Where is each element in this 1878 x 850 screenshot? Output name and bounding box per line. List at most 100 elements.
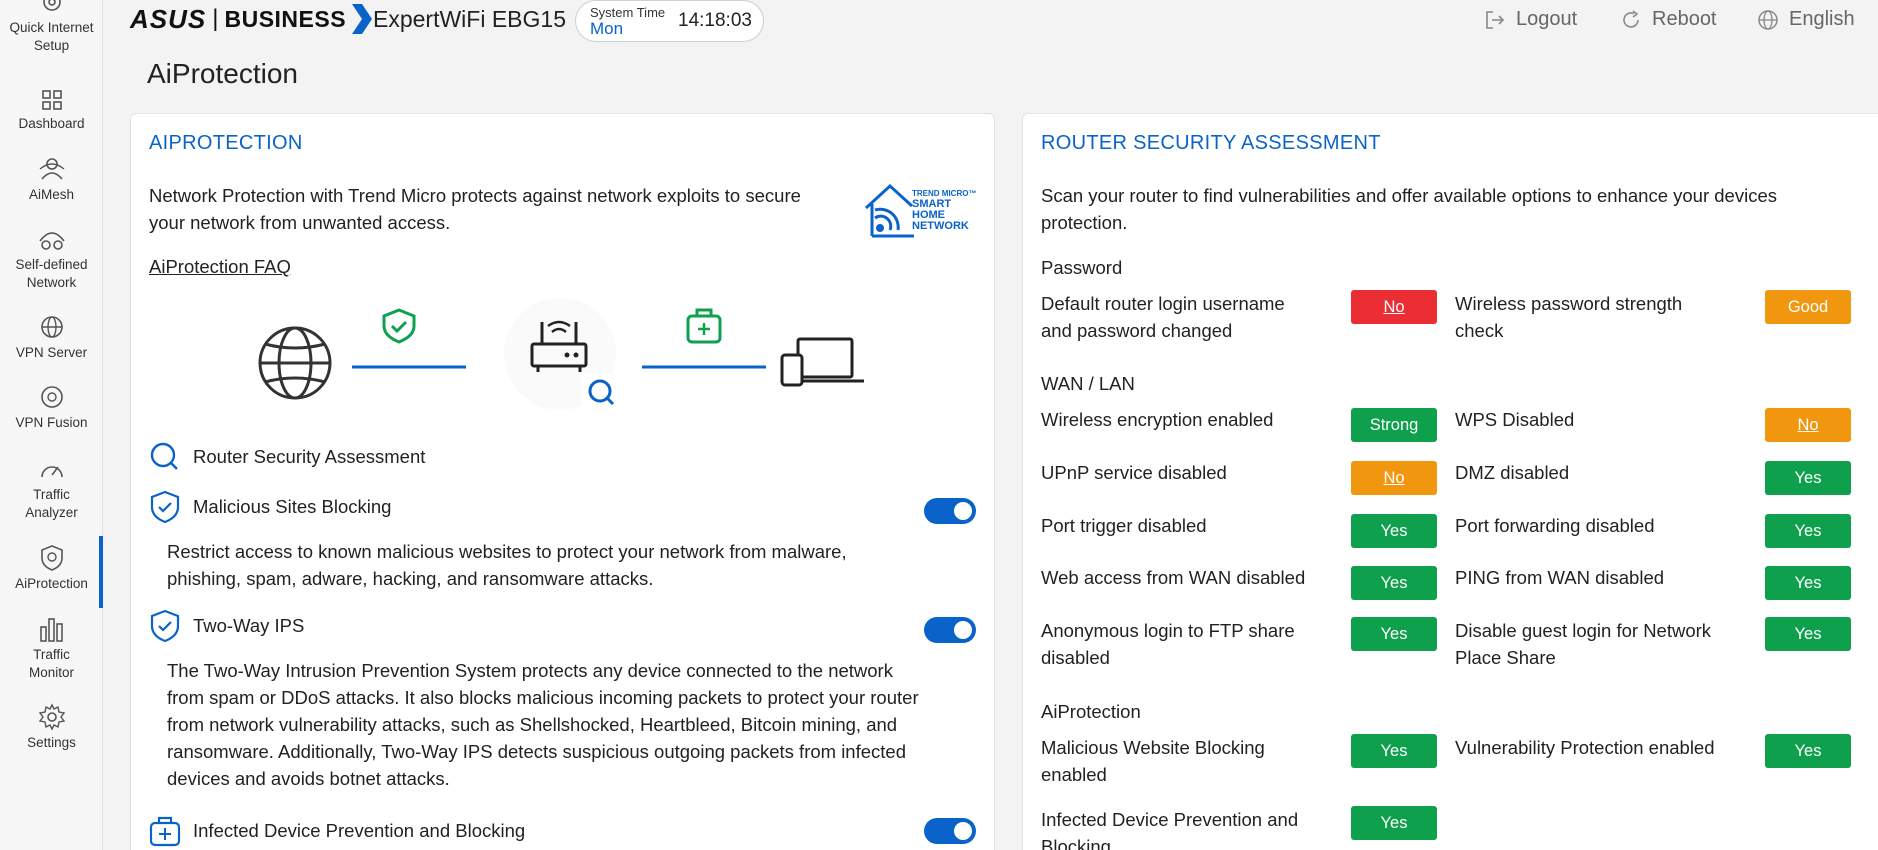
logout-label: Logout <box>1516 8 1578 30</box>
devices-icon <box>780 337 864 387</box>
sidebar-label: VPN Fusion <box>15 415 88 430</box>
assessment-card-title: ROUTER SECURITY ASSESSMENT <box>1041 132 1381 154</box>
top-header: ASUS | BUSINESS ExpertWiFi EBG15 System … <box>103 0 1878 46</box>
desc-line: ransomware. Additionally, Two-Way IPS de… <box>167 741 906 762</box>
desc-line: protection. <box>1041 212 1128 233</box>
status-badge-vulnerability-protection: Yes <box>1765 734 1851 768</box>
row-label-line: and password changed <box>1041 320 1233 341</box>
medical-bag-icon <box>686 308 722 344</box>
status-badge-default-login[interactable]: No <box>1351 290 1437 324</box>
system-day: Mon <box>590 19 624 38</box>
row-label-line: Wireless password strength <box>1455 293 1683 314</box>
model-name: ExpertWiFi EBG15 <box>373 6 566 32</box>
status-badge-wifi-strength: Good <box>1765 290 1851 324</box>
sidebar-item-self-defined-network[interactable]: Self-defined Network <box>0 227 103 292</box>
aiprotection-card-title: AIPROTECTION <box>149 132 303 154</box>
status-badge-ftp-anonymous: Yes <box>1351 617 1437 651</box>
feature-two-way-ips: Two-Way IPS <box>149 609 304 643</box>
sidebar-item-vpn-fusion[interactable]: VPN Fusion <box>0 385 103 432</box>
sidebar-label: Settings <box>27 735 76 750</box>
row-label-line: Anonymous login to FTP share <box>1041 620 1295 641</box>
aiprotection-faq-link[interactable]: AiProtection FAQ <box>149 256 291 278</box>
language-selector[interactable]: English <box>1757 8 1855 31</box>
brand-division: BUSINESS <box>224 5 347 32</box>
logout-button[interactable]: Logout <box>1484 8 1577 31</box>
malicious-sites-toggle[interactable] <box>924 498 976 524</box>
row-label-line: Default router login username <box>1041 293 1285 314</box>
row-upnp: UPnP service disabled <box>1041 462 1227 483</box>
feature-label: Two-Way IPS <box>193 615 305 636</box>
row-label-line: Disable guest login for Network <box>1455 620 1712 641</box>
row-label-line: check <box>1455 320 1504 341</box>
row-web-access-wan: Web access from WAN disabled <box>1041 567 1306 588</box>
section-wan-lan: WAN / LAN <box>1041 373 1135 394</box>
internet-globe-icon <box>258 326 332 400</box>
row-wifi-encryption: Wireless encryption enabled <box>1041 409 1274 430</box>
trend-logo-line: NETWORK <box>912 220 969 232</box>
settings-icon <box>38 703 65 731</box>
sidebar-item-settings[interactable]: Settings <box>0 703 103 752</box>
desc-line: The Two-Way Intrusion Prevention System … <box>167 660 893 681</box>
desc-line: from spam or DDoS attacks. It also block… <box>167 687 919 708</box>
malicious-sites-description: Restrict access to known malicious websi… <box>167 538 987 592</box>
infected-device-toggle[interactable] <box>924 818 976 844</box>
feature-malicious-sites-blocking: Malicious Sites Blocking <box>149 490 391 524</box>
desc-line: devices and avoids botnet attacks. <box>167 768 450 789</box>
dashboard-icon <box>41 90 62 110</box>
sidebar-item-traffic-monitor[interactable]: Traffic Monitor <box>0 615 103 682</box>
row-infected-device: Infected Device Prevention and Blocking <box>1041 806 1341 850</box>
reboot-icon <box>1623 9 1639 28</box>
row-ftp-anonymous: Anonymous login to FTP share disabled <box>1041 617 1341 671</box>
section-aiprotection: AiProtection <box>1041 701 1141 722</box>
traffic-monitor-icon <box>39 618 63 642</box>
status-badge-malicious-blocking: Yes <box>1351 734 1437 768</box>
aiprotection-description: Network Protection with Trend Micro prot… <box>149 185 801 233</box>
system-time: System Time Mon 14:18:03 <box>575 0 764 42</box>
sidebar-item-vpn-server[interactable]: VPN Server <box>0 315 103 362</box>
router-security-assessment-card: ROUTER SECURITY ASSESSMENT Scan your rou… <box>1022 113 1878 850</box>
trend-micro-house-icon <box>864 183 914 238</box>
brand: ASUS <box>130 3 207 34</box>
row-label-line: disabled <box>1041 647 1110 668</box>
protection-illustration <box>258 298 864 414</box>
sidebar-label: VPN Server <box>15 345 88 360</box>
sidebar-item-dashboard[interactable]: Dashboard <box>0 88 103 133</box>
status-badge-ping-wan: Yes <box>1765 566 1851 600</box>
aimesh-icon <box>39 158 64 180</box>
sidebar-label: Traffic Analyzer <box>25 487 78 520</box>
reboot-button[interactable]: Reboot <box>1620 8 1717 31</box>
two-way-ips-toggle[interactable] <box>924 617 976 643</box>
status-badge-port-forwarding: Yes <box>1765 514 1851 548</box>
page-title: AiProtection <box>147 58 298 89</box>
sidebar-item-aimesh[interactable]: AiMesh <box>0 157 103 204</box>
sidebar-item-traffic-analyzer[interactable]: Traffic Analyzer <box>0 457 103 522</box>
sidebar-item-aiprotection[interactable]: AiProtection <box>0 536 103 608</box>
globe-icon <box>1758 9 1778 30</box>
search-icon <box>150 442 178 470</box>
row-label-line: Place Share <box>1455 647 1556 668</box>
desc-line: from network vulnerability attacks, such… <box>167 714 898 735</box>
status-badge-upnp[interactable]: No <box>1351 461 1437 495</box>
row-label-line: Infected Device Prevention and <box>1041 809 1299 830</box>
row-vulnerability-protection: Vulnerability Protection enabled <box>1455 737 1715 758</box>
sidebar-item-quick-internet-setup[interactable]: Quick Internet Setup <box>0 0 103 55</box>
brand-separator: | <box>212 5 219 32</box>
quick-setup-icon <box>42 0 61 11</box>
feature-label: Malicious Sites Blocking <box>193 496 392 517</box>
aiprotection-icon <box>40 545 63 571</box>
traffic-analyzer-icon <box>40 466 63 478</box>
sidebar-label: AiProtection <box>15 576 88 591</box>
sidebar-label: Self-defined Network <box>15 257 88 290</box>
shield-check-icon <box>150 609 180 643</box>
feature-router-security-assessment[interactable]: Router Security Assessment <box>149 442 425 472</box>
sidebar-label: Dashboard <box>18 116 85 131</box>
assessment-description: Scan your router to find vulnerabilities… <box>1041 182 1878 236</box>
feature-label: Infected Device Prevention and Blocking <box>193 820 526 841</box>
row-guest-share: Disable guest login for Network Place Sh… <box>1455 617 1755 671</box>
desc-line: Scan your router to find vulnerabilities… <box>1041 185 1777 206</box>
status-badge-wps[interactable]: No <box>1765 408 1851 442</box>
feature-infected-device-blocking: Infected Device Prevention and Blocking <box>149 815 525 847</box>
reboot-label: Reboot <box>1652 8 1717 30</box>
aiprotection-card: AIPROTECTION Network Protection with Tre… <box>130 113 995 850</box>
shield-check-icon <box>150 490 180 524</box>
